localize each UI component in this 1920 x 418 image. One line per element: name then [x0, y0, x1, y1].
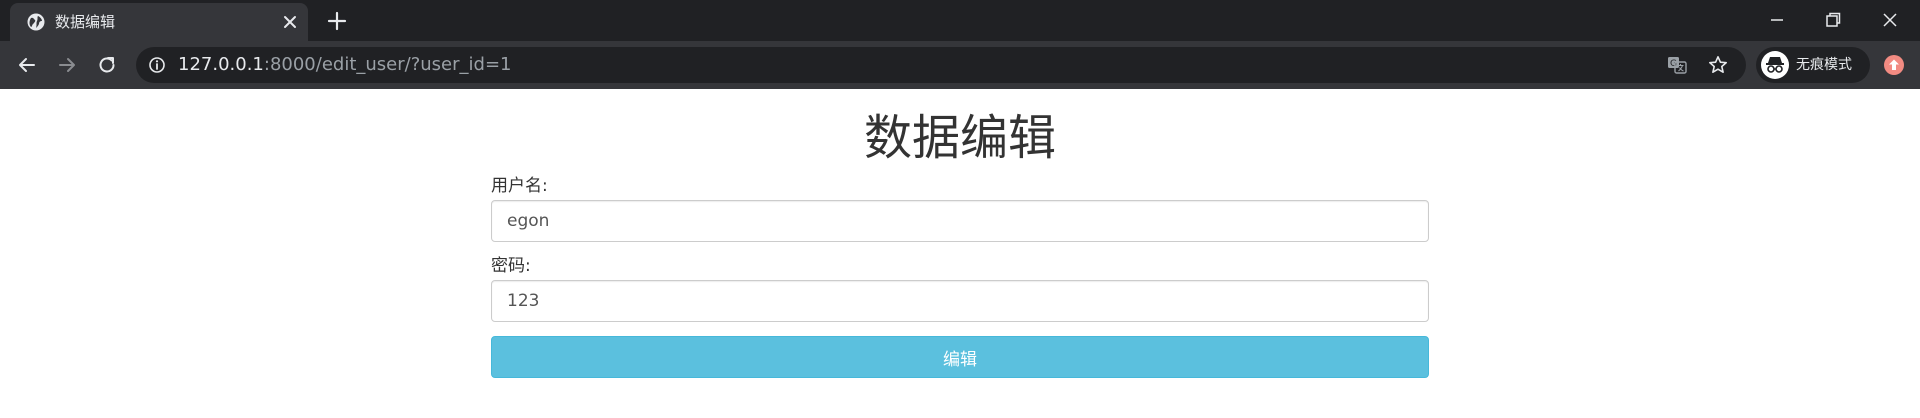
incognito-label: 无痕模式	[1796, 57, 1852, 73]
close-icon[interactable]	[280, 12, 300, 32]
address-bar[interactable]: 127.0.0.1:8000/edit_user/?user_id=1 G	[136, 47, 1746, 83]
star-icon[interactable]	[1707, 54, 1729, 76]
browser-toolbar: 127.0.0.1:8000/edit_user/?user_id=1 G 无痕…	[0, 41, 1920, 89]
incognito-icon	[1761, 51, 1789, 79]
username-label: 用户名:	[491, 176, 548, 196]
close-icon[interactable]	[1878, 8, 1902, 32]
url-path: :8000/edit_user/?user_id=1	[263, 54, 512, 75]
password-input[interactable]	[491, 280, 1429, 322]
page-title: 数据编辑	[863, 110, 1056, 166]
restore-icon[interactable]	[1821, 8, 1845, 32]
browser-titlebar: 数据编辑	[0, 0, 1920, 41]
plus-icon[interactable]	[326, 10, 348, 32]
translate-icon[interactable]: G	[1666, 54, 1688, 76]
arrow-right-icon[interactable]	[55, 53, 79, 77]
page-content: 数据编辑 用户名: 密码: 编辑	[0, 89, 1920, 418]
reload-icon[interactable]	[95, 53, 119, 77]
browser-tab-active[interactable]: 数据编辑	[10, 3, 308, 41]
url-host: 127.0.0.1	[178, 54, 264, 75]
info-icon[interactable]	[148, 56, 166, 74]
password-label: 密码:	[491, 256, 531, 276]
tab-title: 数据编辑	[55, 13, 116, 31]
edit-submit-button[interactable]: 编辑	[491, 336, 1429, 378]
username-input[interactable]	[491, 200, 1429, 242]
minimize-icon[interactable]	[1765, 8, 1789, 32]
svg-text:G: G	[1670, 59, 1677, 69]
update-arrow-icon[interactable]	[1882, 53, 1906, 77]
arrow-left-icon[interactable]	[15, 53, 39, 77]
globe-icon	[27, 13, 45, 31]
url-text[interactable]: 127.0.0.1:8000/edit_user/?user_id=1	[178, 54, 512, 76]
incognito-profile-button[interactable]: 无痕模式	[1756, 47, 1870, 83]
